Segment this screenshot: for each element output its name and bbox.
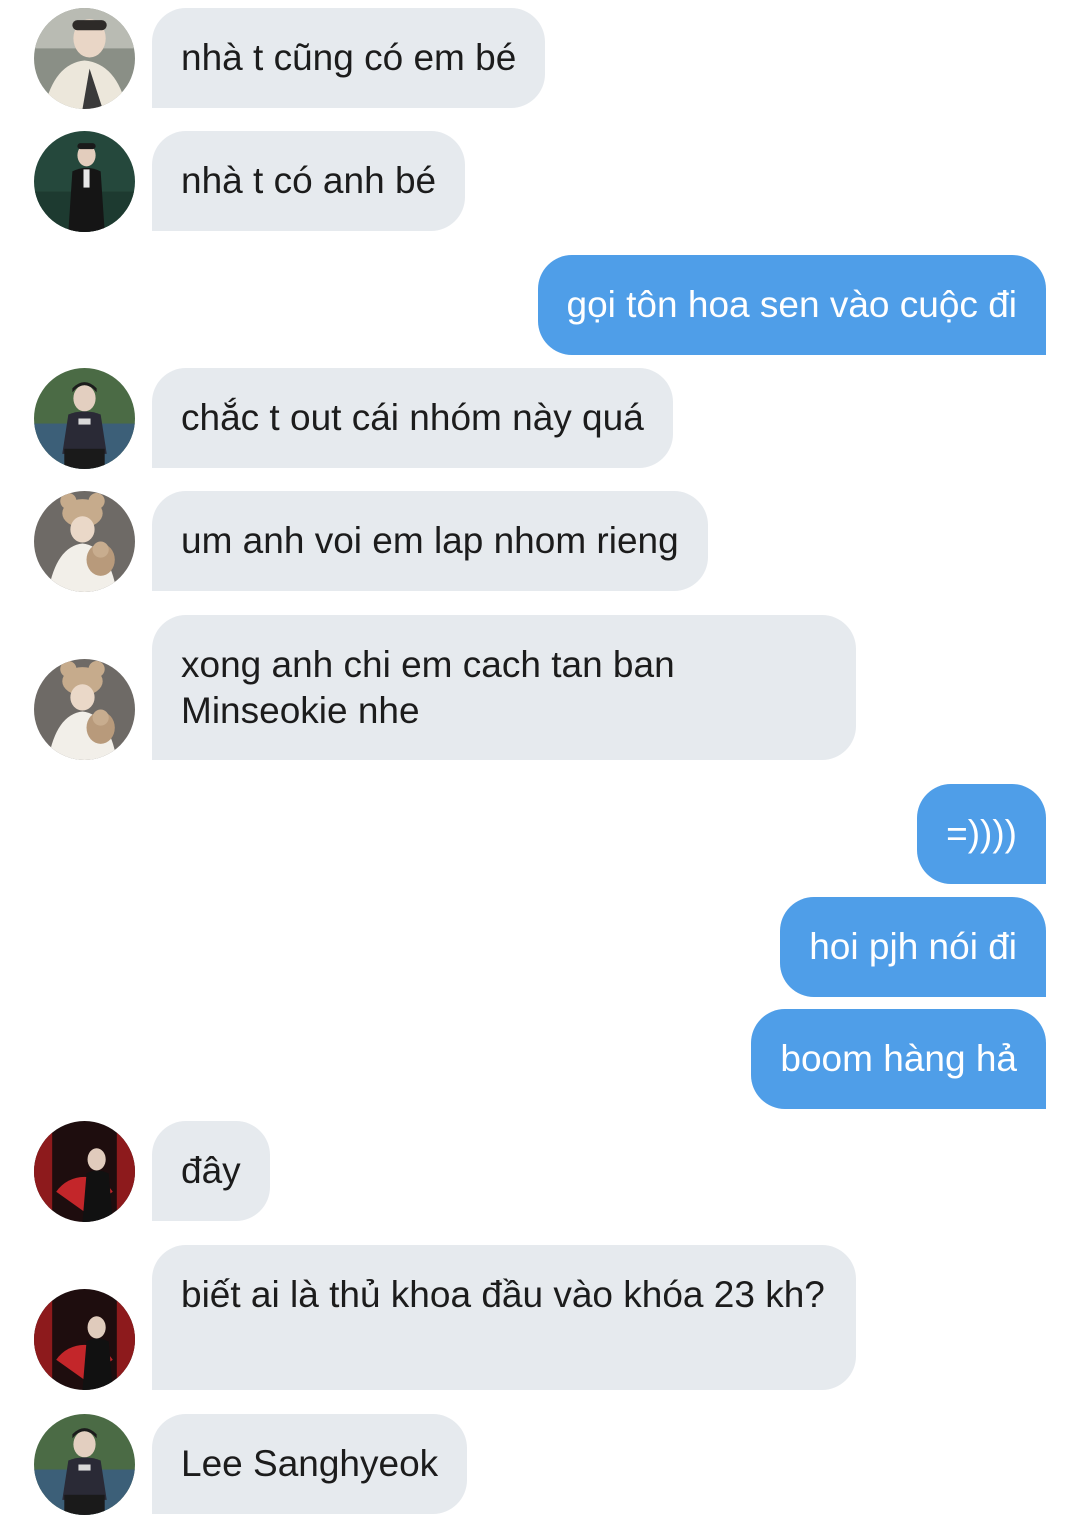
message-bubble[interactable]: nhà t cũng có em bé xyxy=(152,8,546,108)
message-row-incoming: nhà t cũng có em bé xyxy=(0,8,1080,109)
avatar-bear-hat[interactable] xyxy=(34,491,135,592)
avatar-red-fan[interactable] xyxy=(34,1121,135,1222)
message-bubble[interactable]: hoi pjh nói đi xyxy=(780,897,1046,997)
message-row-outgoing: gọi tôn hoa sen vào cuộc đi xyxy=(0,255,1080,355)
message-bubble[interactable]: Lee Sanghyeok xyxy=(152,1414,468,1514)
message-row-outgoing: =)))) xyxy=(0,784,1080,884)
avatar-bear-hat-image xyxy=(34,659,135,760)
message-row-outgoing: boom hàng hả xyxy=(0,1009,1080,1109)
avatar-dark-suit-green-image xyxy=(34,131,135,232)
message-row-incoming: biết ai là thủ khoa đầu vào khóa 23 kh? xyxy=(0,1245,1080,1390)
avatar-red-fan-image xyxy=(34,1121,135,1222)
message-bubble[interactable]: um anh voi em lap nhom rieng xyxy=(152,491,708,591)
message-row-outgoing: hoi pjh nói đi xyxy=(0,897,1080,997)
message-bubble[interactable]: nhà t có anh bé xyxy=(152,131,466,231)
chat-thread: nhà t cũng có em bé nhà t có anh bé gọi … xyxy=(0,0,1080,1523)
message-bubble[interactable]: biết ai là thủ khoa đầu vào khóa 23 kh? xyxy=(152,1245,856,1390)
message-row-incoming: chắc t out cái nhóm này quá xyxy=(0,368,1080,469)
avatar-court-outdoor[interactable] xyxy=(34,368,135,469)
avatar-bear-hat[interactable] xyxy=(34,659,135,760)
avatar-cream-coat[interactable] xyxy=(34,8,135,109)
message-bubble[interactable]: xong anh chi em cach tan ban Minseokie n… xyxy=(152,615,856,760)
avatar-court-outdoor-image xyxy=(34,368,135,469)
avatar-red-fan-image xyxy=(34,1289,135,1390)
message-bubble[interactable]: đây xyxy=(152,1121,270,1221)
avatar-court-outdoor-image xyxy=(34,1414,135,1515)
message-bubble[interactable]: =)))) xyxy=(917,784,1046,884)
message-bubble[interactable]: boom hàng hả xyxy=(751,1009,1046,1109)
avatar-bear-hat-image xyxy=(34,491,135,592)
avatar-court-outdoor[interactable] xyxy=(34,1414,135,1515)
avatar-red-fan[interactable] xyxy=(34,1289,135,1390)
message-bubble[interactable]: chắc t out cái nhóm này quá xyxy=(152,368,673,468)
message-row-incoming: xong anh chi em cach tan ban Minseokie n… xyxy=(0,615,1080,760)
message-row-incoming: đây xyxy=(0,1121,1080,1222)
message-row-incoming: um anh voi em lap nhom rieng xyxy=(0,491,1080,592)
avatar-cream-coat-image xyxy=(34,8,135,109)
avatar-dark-suit-green[interactable] xyxy=(34,131,135,232)
message-row-incoming: nhà t có anh bé xyxy=(0,131,1080,232)
message-bubble[interactable]: gọi tôn hoa sen vào cuộc đi xyxy=(537,255,1046,355)
message-row-incoming: Lee Sanghyeok xyxy=(0,1414,1080,1515)
